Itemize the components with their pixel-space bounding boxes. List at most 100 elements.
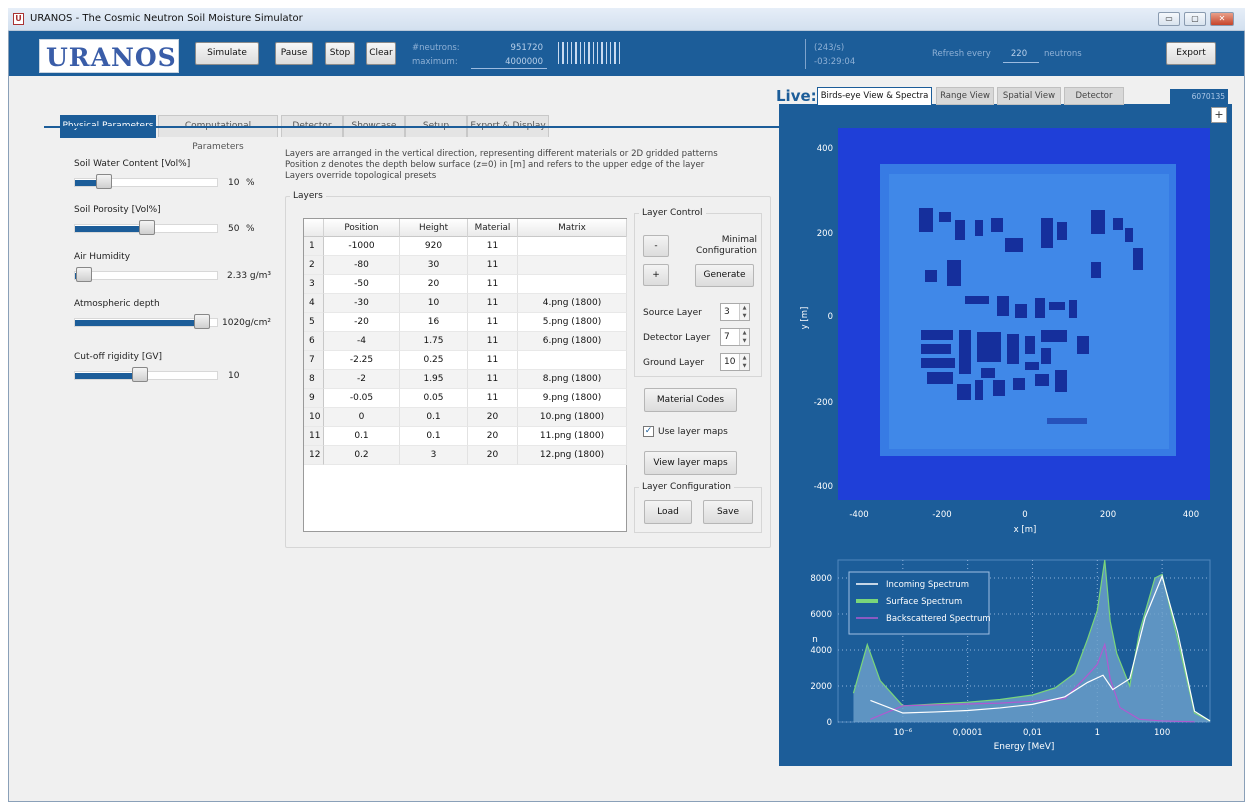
table-cell[interactable]: -2.25 <box>324 351 400 370</box>
table-cell[interactable]: 0.25 <box>400 351 468 370</box>
table-cell[interactable]: -0.05 <box>324 389 400 408</box>
slider-handle[interactable] <box>139 220 155 235</box>
pause-button[interactable]: Pause <box>275 42 313 65</box>
table-cell[interactable]: 11 <box>468 332 518 351</box>
spectrum-chart[interactable]: 10⁻⁶ 0,0001 0,01 1 100 8000 6000 4000 2000 0 Energ… <box>779 552 1232 762</box>
table-cell[interactable]: 920 <box>400 237 468 256</box>
remove-layer-button[interactable]: - <box>643 235 669 257</box>
clear-button[interactable]: Clear <box>366 42 396 65</box>
source-layer-spinbox[interactable]: 3 ▲ ▼ <box>720 303 750 321</box>
live-tab-spatial-view[interactable]: Spatial View <box>997 87 1061 105</box>
add-layer-button[interactable]: + <box>643 264 669 286</box>
table-cell[interactable]: -1000 <box>324 237 400 256</box>
table-cell[interactable]: 11 <box>468 370 518 389</box>
table-cell[interactable]: 20 <box>468 427 518 446</box>
param-slider[interactable] <box>74 367 218 382</box>
table-cell[interactable]: -80 <box>324 256 400 275</box>
use-layer-maps-checkbox[interactable]: ✓ <box>643 426 654 437</box>
table-cell[interactable]: 0.1 <box>400 408 468 427</box>
table-row[interactable]: 11 0.1 0.1 20 11.png (1800) <box>304 427 627 446</box>
load-button[interactable]: Load <box>644 500 692 524</box>
table-row[interactable]: 9 -0.05 0.05 11 9.png (1800) <box>304 389 627 408</box>
table-cell[interactable]: 30 <box>400 256 468 275</box>
table-cell[interactable]: 16 <box>400 313 468 332</box>
table-cell[interactable]: 0.2 <box>324 446 400 465</box>
slider-handle[interactable] <box>131 367 148 382</box>
slider-handle[interactable] <box>75 267 92 282</box>
save-button[interactable]: Save <box>703 500 753 524</box>
table-row[interactable]: 4 -30 10 11 4.png (1800) <box>304 294 627 313</box>
table-cell[interactable]: 3 <box>400 446 468 465</box>
spin-arrows-icon[interactable]: ▲ ▼ <box>739 329 749 345</box>
param-slider[interactable] <box>74 314 218 329</box>
live-tab-range-view[interactable]: Range View <box>936 87 994 105</box>
table-cell[interactable]: 5.png (1800) <box>518 313 627 332</box>
param-slider[interactable] <box>74 174 218 189</box>
minimize-icon[interactable]: ▭ <box>1158 12 1180 26</box>
table-cell[interactable]: 11 <box>468 389 518 408</box>
table-cell[interactable]: 1.75 <box>400 332 468 351</box>
birds-eye-map[interactable]: -400 -200 0 200 400 x [m] 400 200 0 -200… <box>779 122 1232 542</box>
column-header-position[interactable]: Position <box>324 219 400 237</box>
table-cell[interactable]: -2 <box>324 370 400 389</box>
param-slider[interactable] <box>74 267 218 282</box>
table-cell[interactable]: 0.05 <box>400 389 468 408</box>
table-cell[interactable] <box>518 275 627 294</box>
stop-button[interactable]: Stop <box>325 42 355 65</box>
maximize-icon[interactable]: ▢ <box>1184 12 1206 26</box>
table-cell[interactable]: 11 <box>468 294 518 313</box>
table-cell[interactable]: 11 <box>468 237 518 256</box>
table-row[interactable]: 3 -50 20 11 <box>304 275 627 294</box>
table-cell[interactable]: 11 <box>468 275 518 294</box>
spin-arrows-icon[interactable]: ▲ ▼ <box>739 304 749 320</box>
table-cell[interactable]: 10 <box>400 294 468 313</box>
table-cell[interactable]: 8.png (1800) <box>518 370 627 389</box>
column-header-height[interactable]: Height <box>400 219 468 237</box>
table-cell[interactable] <box>518 256 627 275</box>
material-codes-button[interactable]: Material Codes <box>644 388 737 412</box>
table-cell[interactable]: -4 <box>324 332 400 351</box>
spin-arrows-icon[interactable]: ▲ ▼ <box>739 354 749 370</box>
table-cell[interactable]: 11 <box>468 256 518 275</box>
table-cell[interactable]: 6.png (1800) <box>518 332 627 351</box>
table-row[interactable]: 6 -4 1.75 11 6.png (1800) <box>304 332 627 351</box>
simulate-button[interactable]: Simulate <box>195 42 259 65</box>
table-cell[interactable] <box>518 237 627 256</box>
table-row[interactable]: 10 0 0.1 20 10.png (1800) <box>304 408 627 427</box>
live-tab-detector[interactable]: Detector <box>1064 87 1124 105</box>
table-cell[interactable]: 20 <box>468 446 518 465</box>
generate-button[interactable]: Generate <box>695 264 754 287</box>
slider-handle[interactable] <box>193 314 210 329</box>
table-cell[interactable]: 20 <box>400 275 468 294</box>
table-row[interactable]: 8 -2 1.95 11 8.png (1800) <box>304 370 627 389</box>
column-header-matrix[interactable]: Matrix <box>518 219 627 237</box>
view-layer-maps-button[interactable]: View layer maps <box>644 451 737 475</box>
table-cell[interactable]: 0.1 <box>400 427 468 446</box>
table-row[interactable]: 2 -80 30 11 <box>304 256 627 275</box>
layers-table[interactable]: Position Height Material Matrix 1 -1000 92… <box>303 218 627 532</box>
detector-layer-spinbox[interactable]: 7 ▲ ▼ <box>720 328 750 346</box>
slider-handle[interactable] <box>95 174 112 189</box>
table-cell[interactable]: 4.png (1800) <box>518 294 627 313</box>
table-row[interactable]: 7 -2.25 0.25 11 <box>304 351 627 370</box>
table-cell[interactable]: 0.1 <box>324 427 400 446</box>
table-row[interactable]: 12 0.2 3 20 12.png (1800) <box>304 446 627 465</box>
table-cell[interactable]: 11 <box>468 313 518 332</box>
param-slider[interactable] <box>74 220 218 235</box>
close-icon[interactable]: ✕ <box>1210 12 1234 26</box>
table-row[interactable]: 1 -1000 920 11 <box>304 237 627 256</box>
table-cell[interactable]: 11 <box>468 351 518 370</box>
table-cell[interactable] <box>518 351 627 370</box>
table-cell[interactable]: -50 <box>324 275 400 294</box>
maximum-value[interactable]: 4000000 <box>479 57 543 67</box>
export-button[interactable]: Export <box>1166 42 1216 65</box>
table-cell[interactable]: 1.95 <box>400 370 468 389</box>
table-cell[interactable]: -20 <box>324 313 400 332</box>
table-cell[interactable]: 0 <box>324 408 400 427</box>
table-cell[interactable]: 9.png (1800) <box>518 389 627 408</box>
table-cell[interactable]: 20 <box>468 408 518 427</box>
expand-plus-button[interactable]: + <box>1211 107 1227 123</box>
refresh-input[interactable]: 220 <box>1005 49 1033 59</box>
column-header-material[interactable]: Material <box>468 219 518 237</box>
table-cell[interactable]: 11.png (1800) <box>518 427 627 446</box>
